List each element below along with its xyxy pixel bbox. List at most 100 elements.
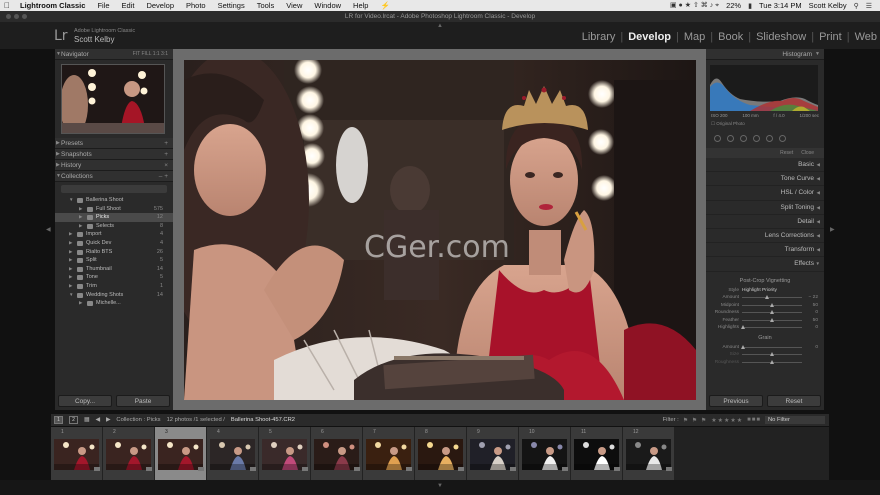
slider-thumb[interactable] bbox=[769, 310, 774, 315]
forward-arrow-icon[interactable]: ▶ bbox=[106, 417, 110, 423]
slider-track[interactable] bbox=[742, 302, 802, 307]
slider-track[interactable] bbox=[742, 310, 802, 315]
battery-icon[interactable]: ▮ bbox=[748, 2, 752, 10]
main-photo[interactable]: CGer.com bbox=[184, 60, 696, 400]
slider-thumb[interactable] bbox=[769, 317, 774, 322]
module-map[interactable]: Map bbox=[681, 31, 708, 43]
section-header-basic[interactable]: Basic ◀ bbox=[706, 158, 824, 173]
slider-track[interactable] bbox=[740, 325, 802, 330]
grid-icon[interactable]: ▦ bbox=[84, 417, 89, 423]
module-print[interactable]: Print bbox=[816, 31, 845, 43]
add-collection-icon[interactable]: – + bbox=[159, 171, 168, 182]
navigator-zoom-options[interactable]: FIT FILL 1:1 3:1 bbox=[133, 49, 168, 60]
collection-item[interactable]: ▶ Quick Dev 4 bbox=[55, 239, 173, 248]
histogram[interactable] bbox=[710, 65, 818, 111]
slider-thumb[interactable] bbox=[740, 325, 745, 330]
clear-history-icon[interactable]: × bbox=[164, 160, 168, 171]
filmstrip-cell[interactable]: 6 bbox=[311, 427, 362, 480]
expand-icon[interactable]: ▶ bbox=[79, 299, 82, 308]
vignette-style-row[interactable]: Style Highlight Priority bbox=[712, 287, 818, 295]
menu-app[interactable]: Lightroom Classic bbox=[14, 1, 91, 10]
spot-removal-tool-icon[interactable] bbox=[727, 134, 734, 142]
collection-item[interactable]: ▶ Full Shoot 575 bbox=[55, 205, 173, 214]
add-preset-icon[interactable]: + bbox=[164, 138, 168, 149]
expand-icon[interactable]: ▶ bbox=[69, 282, 72, 291]
menu-edit[interactable]: Edit bbox=[116, 1, 141, 10]
expand-icon[interactable]: ▶ bbox=[79, 222, 82, 231]
filmstrip-thumbnail[interactable] bbox=[314, 439, 359, 470]
filmstrip-cell[interactable]: 12 bbox=[623, 427, 674, 480]
collection-item[interactable]: ▶ Trim 1 bbox=[55, 282, 173, 291]
module-develop[interactable]: Develop bbox=[625, 31, 674, 43]
add-snapshot-icon[interactable]: + bbox=[164, 149, 168, 160]
module-web[interactable]: Web bbox=[852, 31, 880, 43]
filter-preset-select[interactable]: No Filter bbox=[765, 416, 825, 424]
slider-value[interactable]: 50 bbox=[802, 303, 818, 308]
slider-thumb[interactable] bbox=[764, 295, 769, 300]
main-screen-button[interactable]: 1 bbox=[54, 416, 63, 424]
menu-view[interactable]: View bbox=[280, 1, 308, 10]
copy-button[interactable]: Copy... bbox=[58, 395, 112, 407]
expand-icon[interactable]: ▶ bbox=[69, 248, 72, 257]
section-header-tone-curve[interactable]: Tone Curve ◀ bbox=[706, 172, 824, 187]
filmstrip-thumbnail[interactable] bbox=[470, 439, 515, 470]
apple-icon[interactable]:  bbox=[0, 1, 14, 10]
expand-icon[interactable]: ▶ bbox=[69, 265, 72, 274]
filmstrip-thumbnail[interactable] bbox=[262, 439, 307, 470]
filmstrip-cell[interactable]: 3 bbox=[155, 427, 206, 480]
collection-filter-input[interactable] bbox=[61, 185, 167, 193]
menu-help[interactable]: Help bbox=[347, 1, 374, 10]
section-header-hsl-color[interactable]: HSL / Color ◀ bbox=[706, 186, 824, 201]
graduated-filter-icon[interactable] bbox=[753, 134, 760, 142]
section-header-effects[interactable]: Effects ▼ bbox=[706, 257, 824, 272]
top-panel-toggle-icon[interactable]: ▲ bbox=[437, 23, 443, 29]
crop-tool-icon[interactable] bbox=[714, 134, 721, 142]
expand-icon[interactable]: ▶ bbox=[69, 256, 72, 265]
expand-icon[interactable]: ▶ bbox=[79, 213, 82, 222]
rating-filter-stars[interactable]: ★★★★★ bbox=[711, 417, 743, 424]
history-header[interactable]: ▶ History × bbox=[55, 160, 173, 171]
collection-item[interactable]: ▶ Thumbnail 14 bbox=[55, 265, 173, 274]
slider-value[interactable]: 50 bbox=[802, 318, 818, 323]
navigator-preview[interactable] bbox=[61, 64, 165, 134]
collection-item[interactable]: ▼ Wedding Shots 14 bbox=[55, 291, 173, 300]
menu-tools[interactable]: Tools bbox=[251, 1, 281, 10]
menu-develop[interactable]: Develop bbox=[140, 1, 180, 10]
filmstrip-thumbnail[interactable] bbox=[54, 439, 99, 470]
flag-filter-icons[interactable]: ⚑ ⚑ ⚑ bbox=[683, 417, 707, 424]
slider-value[interactable]: − 22 bbox=[802, 295, 818, 300]
slider-track[interactable] bbox=[742, 317, 802, 322]
collection-item[interactable]: ▶ Split 5 bbox=[55, 256, 173, 265]
clock[interactable]: Tue 3:14 PM bbox=[759, 1, 802, 10]
expand-icon[interactable]: ▶ bbox=[69, 230, 72, 239]
left-panel-toggle-icon[interactable]: ◀ bbox=[46, 226, 51, 233]
menu-settings[interactable]: Settings bbox=[212, 1, 251, 10]
expand-icon[interactable]: ▶ bbox=[69, 273, 72, 282]
window-controls[interactable] bbox=[6, 14, 27, 19]
slider-value[interactable]: 0 bbox=[802, 345, 818, 350]
slider-track[interactable] bbox=[742, 352, 802, 357]
filmstrip-cell[interactable]: 4 bbox=[207, 427, 258, 480]
filmstrip-thumbnail[interactable] bbox=[626, 439, 671, 470]
slider-thumb[interactable] bbox=[769, 352, 774, 357]
snapshots-header[interactable]: ▶ Snapshots + bbox=[55, 149, 173, 160]
slider-track[interactable] bbox=[740, 344, 802, 349]
presets-header[interactable]: ▶ Presets + bbox=[55, 138, 173, 149]
collection-item[interactable]: ▼ Ballerina Shoot bbox=[55, 196, 173, 205]
slider-value[interactable]: 0 bbox=[802, 325, 818, 330]
filmstrip-cell[interactable]: 10 bbox=[519, 427, 570, 480]
filmstrip-cell[interactable]: 11 bbox=[571, 427, 622, 480]
expand-icon[interactable]: ▶ bbox=[69, 239, 72, 248]
filmstrip-cell[interactable]: 8 bbox=[415, 427, 466, 480]
collection-item[interactable]: ▶ Picks 12 bbox=[55, 213, 173, 222]
collections-header[interactable]: ▼ Collections – + bbox=[55, 171, 173, 182]
filmstrip-cell[interactable]: 1 bbox=[51, 427, 102, 480]
list-icon[interactable]: ☰ bbox=[866, 2, 872, 10]
previous-button[interactable]: Previous bbox=[709, 395, 763, 407]
filmstrip-thumbnail[interactable] bbox=[158, 439, 203, 470]
slider-value[interactable]: 0 bbox=[802, 310, 818, 315]
filmstrip-thumbnail[interactable] bbox=[366, 439, 411, 470]
style-value[interactable]: Highlight Priority bbox=[742, 288, 777, 293]
reset-all-link[interactable]: Reset bbox=[780, 148, 793, 158]
collapse-icon[interactable]: ▼ bbox=[69, 196, 73, 205]
